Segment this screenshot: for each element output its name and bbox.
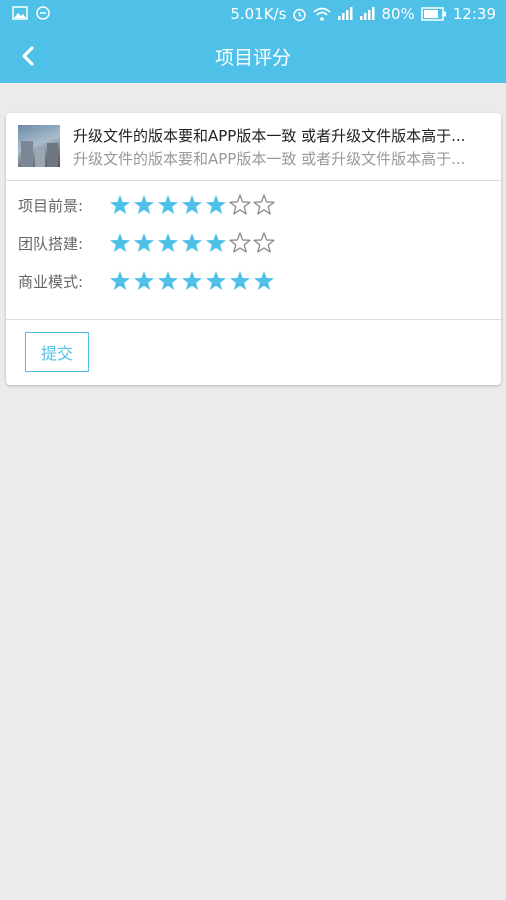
star-empty-icon[interactable] bbox=[252, 231, 276, 255]
star-empty-icon[interactable] bbox=[252, 193, 276, 217]
rating-label: 商业模式: bbox=[18, 273, 84, 291]
star-filled-icon[interactable] bbox=[156, 269, 180, 293]
status-bar: 5.01K/s 80% 12:39 bbox=[0, 0, 506, 30]
star-filled-icon[interactable] bbox=[108, 193, 132, 217]
star-filled-icon[interactable] bbox=[204, 193, 228, 217]
signal-icon bbox=[338, 7, 353, 20]
star-filled-icon[interactable] bbox=[204, 269, 228, 293]
divider bbox=[6, 180, 501, 181]
star-filled-icon[interactable] bbox=[132, 269, 156, 293]
rating-card: 升级文件的版本要和APP版本一致 或者升级文件版本高于... 升级文件的版本要和… bbox=[6, 113, 501, 385]
wifi-icon bbox=[313, 7, 332, 21]
signal-icon bbox=[360, 7, 375, 20]
star-filled-icon[interactable] bbox=[156, 231, 180, 255]
clock: 12:39 bbox=[452, 5, 496, 23]
star-filled-icon[interactable] bbox=[156, 193, 180, 217]
divider bbox=[6, 319, 501, 320]
image-icon bbox=[12, 6, 28, 20]
battery-icon bbox=[421, 7, 446, 21]
star-filled-icon[interactable] bbox=[132, 231, 156, 255]
star-filled-icon[interactable] bbox=[204, 231, 228, 255]
star-filled-icon[interactable] bbox=[108, 231, 132, 255]
rating-label: 团队搭建: bbox=[18, 235, 84, 253]
star-filled-icon[interactable] bbox=[180, 269, 204, 293]
alarm-icon bbox=[293, 8, 307, 21]
star-empty-icon[interactable] bbox=[228, 193, 252, 217]
network-speed: 5.01K/s bbox=[230, 5, 287, 23]
star-empty-icon[interactable] bbox=[228, 231, 252, 255]
star-filled-icon[interactable] bbox=[132, 193, 156, 217]
app-bar: 项目评分 bbox=[0, 30, 506, 83]
smiley-icon bbox=[36, 6, 50, 20]
star-rating bbox=[108, 193, 276, 217]
battery-percent: 80% bbox=[381, 5, 415, 23]
star-filled-icon[interactable] bbox=[228, 269, 252, 293]
project-title: 升级文件的版本要和APP版本一致 或者升级文件版本高于... bbox=[73, 127, 466, 145]
project-subtitle: 升级文件的版本要和APP版本一致 或者升级文件版本高于... bbox=[73, 150, 466, 168]
submit-button[interactable]: 提交 bbox=[25, 332, 89, 372]
project-thumbnail bbox=[18, 125, 60, 167]
star-rating bbox=[108, 269, 276, 293]
star-filled-icon[interactable] bbox=[180, 193, 204, 217]
page-title: 项目评分 bbox=[214, 47, 291, 69]
star-filled-icon[interactable] bbox=[108, 269, 132, 293]
star-rating bbox=[108, 231, 276, 255]
star-filled-icon[interactable] bbox=[252, 269, 276, 293]
star-filled-icon[interactable] bbox=[180, 231, 204, 255]
rating-label: 项目前景: bbox=[18, 197, 84, 215]
